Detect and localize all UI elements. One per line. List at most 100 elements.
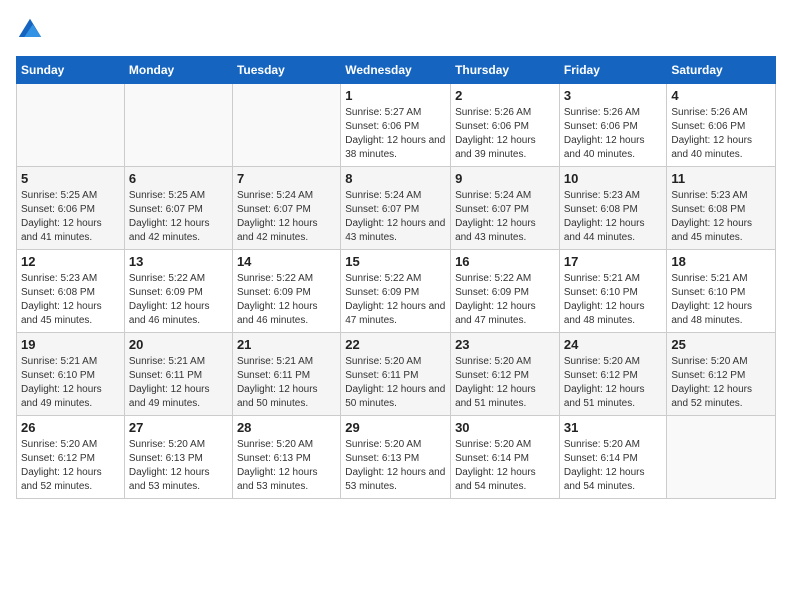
logo-icon <box>16 16 44 44</box>
day-number: 27 <box>129 420 228 435</box>
day-number: 16 <box>455 254 555 269</box>
day-cell: 12 Sunrise: 5:23 AM Sunset: 6:08 PM Dayli… <box>17 250 125 333</box>
day-info: Sunrise: 5:22 AM Sunset: 6:09 PM Dayligh… <box>455 272 555 328</box>
day-cell: 11 Sunrise: 5:23 AM Sunset: 6:08 PM Dayli… <box>667 167 776 250</box>
day-cell: 8 Sunrise: 5:24 AM Sunset: 6:07 PM Daylig… <box>341 167 451 250</box>
day-info: Sunrise: 5:21 AM Sunset: 6:11 PM Dayligh… <box>237 355 336 411</box>
day-info: Sunrise: 5:20 AM Sunset: 6:13 PM Dayligh… <box>129 438 228 494</box>
day-cell: 25Sunrise: 5:20 AM Sunset: 6:12 PM Dayli… <box>667 333 776 416</box>
day-info: Sunrise: 5:22 AM Sunset: 6:09 PM Dayligh… <box>237 272 336 328</box>
day-cell: 15 Sunrise: 5:22 AM Sunset: 6:09 PM Dayli… <box>341 250 451 333</box>
week-row-2: 5 Sunrise: 5:25 AM Sunset: 6:06 PM Daylig… <box>17 167 776 250</box>
day-cell <box>232 84 340 167</box>
day-info: Sunrise: 5:20 AM Sunset: 6:13 PM Dayligh… <box>345 438 446 494</box>
column-header-wednesday: Wednesday <box>341 57 451 84</box>
page-header <box>16 16 776 44</box>
day-info: Sunrise: 5:26 AM Sunset: 6:06 PM Dayligh… <box>455 106 555 162</box>
day-cell: 16 Sunrise: 5:22 AM Sunset: 6:09 PM Dayli… <box>451 250 560 333</box>
day-cell: 27 Sunrise: 5:20 AM Sunset: 6:13 PM Dayli… <box>124 416 232 499</box>
day-number: 10 <box>564 171 663 186</box>
day-number: 9 <box>455 171 555 186</box>
day-cell <box>17 84 125 167</box>
day-number: 25 <box>671 337 771 352</box>
day-info: Sunrise: 5:25 AM Sunset: 6:07 PM Dayligh… <box>129 189 228 245</box>
day-info: Sunrise: 5:20 AM Sunset: 6:12 PM Dayligh… <box>21 438 120 494</box>
day-cell: 24 Sunrise: 5:20 AM Sunset: 6:12 PM Dayli… <box>559 333 667 416</box>
day-cell: 7 Sunrise: 5:24 AM Sunset: 6:07 PM Daylig… <box>232 167 340 250</box>
day-cell: 14 Sunrise: 5:22 AM Sunset: 6:09 PM Dayli… <box>232 250 340 333</box>
day-info: Sunrise: 5:21 AM Sunset: 6:10 PM Dayligh… <box>671 272 771 328</box>
day-cell: 17Sunrise: 5:21 AM Sunset: 6:10 PM Dayli… <box>559 250 667 333</box>
day-number: 7 <box>237 171 336 186</box>
day-number: 11 <box>671 171 771 186</box>
day-info: Sunrise: 5:22 AM Sunset: 6:09 PM Dayligh… <box>345 272 446 328</box>
day-number: 22 <box>345 337 446 352</box>
column-header-tuesday: Tuesday <box>232 57 340 84</box>
day-cell: 20Sunrise: 5:21 AM Sunset: 6:11 PM Dayli… <box>124 333 232 416</box>
day-number: 18 <box>671 254 771 269</box>
day-number: 12 <box>21 254 120 269</box>
day-number: 8 <box>345 171 446 186</box>
day-info: Sunrise: 5:23 AM Sunset: 6:08 PM Dayligh… <box>21 272 120 328</box>
day-info: Sunrise: 5:24 AM Sunset: 6:07 PM Dayligh… <box>345 189 446 245</box>
calendar-body: 1 Sunrise: 5:27 AM Sunset: 6:06 PM Daylig… <box>17 84 776 499</box>
day-cell: 29 Sunrise: 5:20 AM Sunset: 6:13 PM Dayli… <box>341 416 451 499</box>
day-cell: 30 Sunrise: 5:20 AM Sunset: 6:14 PM Dayli… <box>451 416 560 499</box>
day-info: Sunrise: 5:20 AM Sunset: 6:14 PM Dayligh… <box>564 438 663 494</box>
day-info: Sunrise: 5:27 AM Sunset: 6:06 PM Dayligh… <box>345 106 446 162</box>
day-cell: 10 Sunrise: 5:23 AM Sunset: 6:08 PM Dayli… <box>559 167 667 250</box>
calendar-table: SundayMondayTuesdayWednesdayThursdayFrid… <box>16 56 776 499</box>
day-info: Sunrise: 5:24 AM Sunset: 6:07 PM Dayligh… <box>455 189 555 245</box>
day-cell: 31 Sunrise: 5:20 AM Sunset: 6:14 PM Dayli… <box>559 416 667 499</box>
day-info: Sunrise: 5:20 AM Sunset: 6:12 PM Dayligh… <box>564 355 663 411</box>
day-number: 19 <box>21 337 120 352</box>
day-cell: 4 Sunrise: 5:26 AM Sunset: 6:06 PM Daylig… <box>667 84 776 167</box>
day-cell: 2Sunrise: 5:26 AM Sunset: 6:06 PM Daylig… <box>451 84 560 167</box>
week-row-1: 1 Sunrise: 5:27 AM Sunset: 6:06 PM Daylig… <box>17 84 776 167</box>
day-cell: 3 Sunrise: 5:26 AM Sunset: 6:06 PM Daylig… <box>559 84 667 167</box>
day-info: Sunrise: 5:20 AM Sunset: 6:14 PM Dayligh… <box>455 438 555 494</box>
day-info: Sunrise: 5:26 AM Sunset: 6:06 PM Dayligh… <box>564 106 663 162</box>
day-cell: 5 Sunrise: 5:25 AM Sunset: 6:06 PM Daylig… <box>17 167 125 250</box>
day-number: 29 <box>345 420 446 435</box>
day-number: 1 <box>345 88 446 103</box>
week-row-3: 12 Sunrise: 5:23 AM Sunset: 6:08 PM Dayli… <box>17 250 776 333</box>
day-number: 26 <box>21 420 120 435</box>
day-number: 3 <box>564 88 663 103</box>
day-number: 15 <box>345 254 446 269</box>
day-number: 31 <box>564 420 663 435</box>
day-number: 20 <box>129 337 228 352</box>
day-number: 23 <box>455 337 555 352</box>
calendar-header: SundayMondayTuesdayWednesdayThursdayFrid… <box>17 57 776 84</box>
day-info: Sunrise: 5:20 AM Sunset: 6:12 PM Dayligh… <box>455 355 555 411</box>
column-header-saturday: Saturday <box>667 57 776 84</box>
day-number: 5 <box>21 171 120 186</box>
day-info: Sunrise: 5:24 AM Sunset: 6:07 PM Dayligh… <box>237 189 336 245</box>
day-cell: 1 Sunrise: 5:27 AM Sunset: 6:06 PM Daylig… <box>341 84 451 167</box>
logo <box>16 16 48 44</box>
day-info: Sunrise: 5:23 AM Sunset: 6:08 PM Dayligh… <box>564 189 663 245</box>
day-info: Sunrise: 5:20 AM Sunset: 6:13 PM Dayligh… <box>237 438 336 494</box>
day-info: Sunrise: 5:20 AM Sunset: 6:11 PM Dayligh… <box>345 355 446 411</box>
day-info: Sunrise: 5:22 AM Sunset: 6:09 PM Dayligh… <box>129 272 228 328</box>
day-info: Sunrise: 5:23 AM Sunset: 6:08 PM Dayligh… <box>671 189 771 245</box>
day-number: 28 <box>237 420 336 435</box>
day-number: 24 <box>564 337 663 352</box>
day-number: 13 <box>129 254 228 269</box>
day-info: Sunrise: 5:25 AM Sunset: 6:06 PM Dayligh… <box>21 189 120 245</box>
day-cell: 18 Sunrise: 5:21 AM Sunset: 6:10 PM Dayli… <box>667 250 776 333</box>
day-cell <box>667 416 776 499</box>
day-number: 14 <box>237 254 336 269</box>
day-cell: 23 Sunrise: 5:20 AM Sunset: 6:12 PM Dayli… <box>451 333 560 416</box>
day-info: Sunrise: 5:26 AM Sunset: 6:06 PM Dayligh… <box>671 106 771 162</box>
column-header-thursday: Thursday <box>451 57 560 84</box>
day-number: 4 <box>671 88 771 103</box>
day-cell: 21Sunrise: 5:21 AM Sunset: 6:11 PM Dayli… <box>232 333 340 416</box>
day-info: Sunrise: 5:21 AM Sunset: 6:10 PM Dayligh… <box>564 272 663 328</box>
day-cell: 19Sunrise: 5:21 AM Sunset: 6:10 PM Dayli… <box>17 333 125 416</box>
day-number: 30 <box>455 420 555 435</box>
column-header-sunday: Sunday <box>17 57 125 84</box>
day-cell: 9 Sunrise: 5:24 AM Sunset: 6:07 PM Daylig… <box>451 167 560 250</box>
week-row-4: 19Sunrise: 5:21 AM Sunset: 6:10 PM Dayli… <box>17 333 776 416</box>
day-cell: 26 Sunrise: 5:20 AM Sunset: 6:12 PM Dayli… <box>17 416 125 499</box>
